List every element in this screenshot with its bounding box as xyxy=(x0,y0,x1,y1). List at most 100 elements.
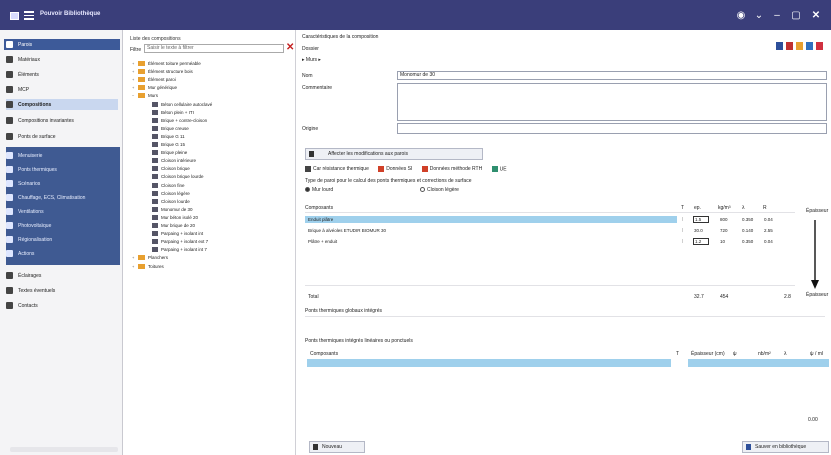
sidebar-item-elements[interactable]: Éléments xyxy=(6,69,118,80)
sidebar-item-compositions-invariantes[interactable]: Compositions invariantes xyxy=(6,115,118,126)
tree-item-label: Cloison lourde xyxy=(161,198,190,204)
collapse-icon[interactable]: − xyxy=(132,93,136,98)
clear-filter-icon[interactable]: ✕ xyxy=(286,42,294,53)
tree-folder[interactable]: + Élément structure bois xyxy=(132,68,193,75)
expand-icon[interactable]: + xyxy=(132,264,136,269)
tree-item[interactable]: Parpaing + isolant ext 7 xyxy=(152,238,208,245)
library-title: Liste des compositions xyxy=(130,36,181,42)
filter-input[interactable]: Saisir le texte à filtrer xyxy=(144,44,284,53)
tree-item[interactable]: Parpaing + isolant int xyxy=(152,230,203,237)
drag-handle-icon[interactable]: ⁞ xyxy=(682,239,683,244)
density-value: 720 xyxy=(720,228,728,233)
drag-handle-icon[interactable]: ⁞ xyxy=(682,217,683,222)
tree-folder[interactable]: + Mur générique xyxy=(132,84,177,91)
close-icon[interactable]: ✕ xyxy=(810,10,822,21)
sidebar-item-photovoltaique[interactable]: Photovoltaïque xyxy=(6,220,118,231)
hamburger-menu-icon[interactable] xyxy=(24,11,34,20)
export-icon[interactable] xyxy=(806,42,813,50)
minimize-icon[interactable]: – xyxy=(771,10,783,21)
thickness-input[interactable]: 1.2 xyxy=(693,238,709,245)
expand-icon[interactable]: + xyxy=(132,69,136,74)
tree-item[interactable]: Brique pleine xyxy=(152,149,187,156)
tree-folder[interactable]: + Élément paroi xyxy=(132,76,176,83)
pdf-icon[interactable] xyxy=(816,42,823,50)
sidebar-item-scenarios[interactable]: Scénarios xyxy=(6,178,118,189)
save-to-library-button[interactable]: Sauver en bibliothèque xyxy=(742,441,829,453)
expand-icon[interactable]: + xyxy=(132,61,136,66)
total-ep: 32.7 xyxy=(694,294,704,300)
tree-item[interactable]: Cloison intérieure xyxy=(152,157,196,164)
composition-icon xyxy=(152,247,158,253)
origine-field[interactable] xyxy=(397,123,827,134)
delete-icon[interactable] xyxy=(786,42,793,50)
tree-item[interactable]: Béton cellulaire autoclavé xyxy=(152,101,212,108)
sidebar-item-compositions[interactable]: Compositions xyxy=(6,99,118,110)
discord-icon[interactable]: ◉ xyxy=(735,10,747,21)
tree-item[interactable]: Mur béton isolé 20 xyxy=(152,214,198,221)
rth-method-icon[interactable] xyxy=(421,166,428,172)
tree-item[interactable]: Cloison brique lourde xyxy=(152,173,204,180)
sidebar-item-contacts[interactable]: Contacts xyxy=(6,300,118,311)
sidebar-item-parois[interactable]: Parois xyxy=(4,39,120,50)
expand-icon[interactable]: + xyxy=(132,255,136,260)
tree-folder[interactable]: + Élément toiture perméable xyxy=(132,60,201,67)
sidebar-item-chauffage[interactable]: Chauffage, ECS, Climatisation xyxy=(6,192,118,203)
chevron-down-icon[interactable]: ⌄ xyxy=(753,10,765,21)
text-icon xyxy=(6,287,13,294)
resistance-icon[interactable] xyxy=(305,166,311,172)
bottom-table-row-values[interactable] xyxy=(688,359,829,367)
tree-item[interactable]: Parpaing + isolant int 7 xyxy=(152,246,207,253)
sidebar-group: Menuiserie Ponts thermiques Scénarios Ch… xyxy=(6,147,120,265)
radio-cloison-legere[interactable]: Cloison légère xyxy=(420,187,459,193)
tree-item-label: Brique G 15 xyxy=(161,142,186,147)
sidebar-item-ponts-surface[interactable]: Ponts de surface xyxy=(6,131,118,142)
sidebar-item-eclairages[interactable]: Éclairages xyxy=(6,270,118,281)
folder-icon xyxy=(138,77,145,83)
new-button[interactable]: Nouveau xyxy=(309,441,365,453)
tree-item[interactable]: Brique + contre-cloison xyxy=(152,117,207,124)
tree-item[interactable]: Mur brique de 20 xyxy=(152,222,195,229)
sidebar-item-actions[interactable]: Actions xyxy=(6,248,118,259)
tree-item[interactable]: Cloison légère xyxy=(152,190,190,197)
expand-icon[interactable]: + xyxy=(132,77,136,82)
si-data-icon[interactable] xyxy=(378,166,385,172)
folder-icon[interactable] xyxy=(796,42,803,50)
sidebar-item-ventilations[interactable]: Ventilations xyxy=(6,206,118,217)
total-label: Total xyxy=(308,294,319,300)
app-icon xyxy=(10,12,19,20)
tree-item[interactable]: Brique G 15 xyxy=(152,141,185,148)
nom-field[interactable]: Monomur de 30 xyxy=(397,71,827,80)
maximize-icon[interactable]: ▢ xyxy=(790,10,802,21)
tree-folder[interactable]: + Toitures xyxy=(132,263,164,270)
drag-handle-icon[interactable]: ⁞ xyxy=(682,228,683,233)
tree-folder[interactable]: − Murs xyxy=(132,92,158,99)
sidebar-item-regionalisation[interactable]: Régionalisation xyxy=(6,234,118,245)
tree-item[interactable]: Béton plein + ITI xyxy=(152,109,194,116)
tree-folder[interactable]: + Planchers xyxy=(132,254,168,261)
tree-item[interactable]: Cloison fine xyxy=(152,182,185,189)
lambda-value: 0.350 xyxy=(742,217,754,222)
sidebar-item-ponts-thermiques[interactable]: Ponts thermiques xyxy=(6,164,118,175)
tree-item[interactable]: Brique creuse xyxy=(152,125,189,132)
tree-item[interactable]: Cloison brique xyxy=(152,165,190,172)
tree-item[interactable]: Brique G 11 xyxy=(152,133,185,140)
lambda-value: 0.350 xyxy=(742,239,754,244)
expand-icon[interactable]: + xyxy=(132,85,136,90)
sidebar-item-mcp[interactable]: MCP xyxy=(6,84,118,95)
tree-item[interactable]: Cloison lourde xyxy=(152,198,190,205)
sidebar-item-materiaux[interactable]: Matériaux xyxy=(6,54,118,65)
composition-details: Caractéristiques de la composition Dossi… xyxy=(298,30,831,455)
save-icon[interactable] xyxy=(776,42,783,50)
ue-icon[interactable] xyxy=(491,166,498,172)
sidebar-item-menuiserie[interactable]: Menuiserie xyxy=(6,150,118,161)
sidebar-scrollbar[interactable] xyxy=(10,447,118,452)
bottom-table-row[interactable] xyxy=(307,359,671,367)
radio-mur-lourd[interactable]: Mur lourd xyxy=(305,187,333,193)
apply-to-walls-button[interactable]: Affecter les modifications aux parois xyxy=(305,148,483,160)
sidebar-item-textes[interactable]: Textes éventuels xyxy=(6,285,118,296)
composition-icon xyxy=(152,150,158,156)
tree-item[interactable]: Monomur de 30 xyxy=(152,206,193,213)
tree-item-label: Élément toiture perméable xyxy=(148,61,201,66)
thickness-input[interactable]: 1.5 xyxy=(693,216,709,223)
commentaire-field[interactable] xyxy=(397,83,827,121)
